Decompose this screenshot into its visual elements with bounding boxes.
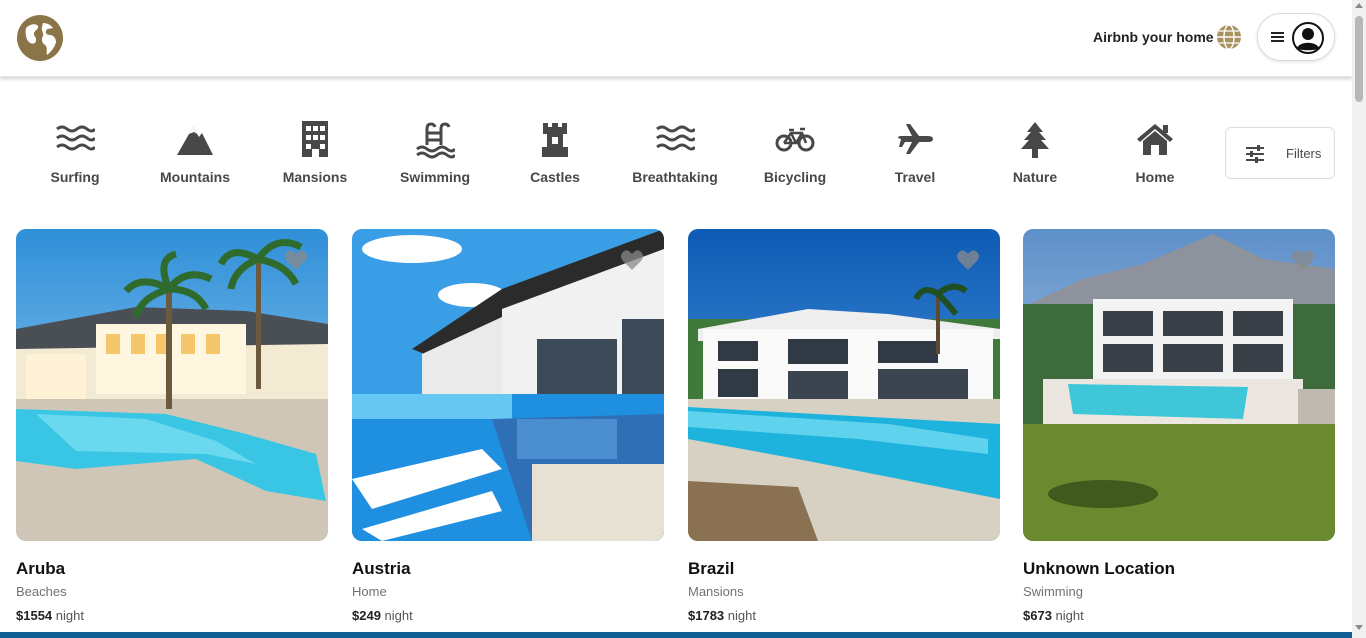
- category-mansions[interactable]: Mansions: [260, 117, 370, 187]
- heart-icon[interactable]: [620, 249, 644, 271]
- castle-icon: [542, 123, 568, 157]
- tree-icon: [1021, 122, 1049, 158]
- mountain-icon: [177, 127, 213, 155]
- heart-icon[interactable]: [1291, 249, 1315, 271]
- listing-price-unit: night: [1055, 608, 1084, 623]
- listing-title: Aruba: [16, 559, 66, 578]
- waves-icon: [656, 125, 695, 151]
- listing-category: Beaches: [16, 584, 67, 599]
- listing-category: Mansions: [688, 584, 744, 599]
- listing-category: Swimming: [1023, 584, 1083, 599]
- listing-price-line: $249 night: [352, 608, 413, 623]
- listing-price-unit: night: [384, 608, 413, 623]
- listing-card[interactable]: Austria Home $249 night: [352, 229, 664, 629]
- listing-title: Unknown Location: [1023, 559, 1176, 578]
- scroll-up-arrow-icon[interactable]: [1355, 3, 1363, 8]
- user-avatar-icon: [1292, 22, 1324, 54]
- heart-icon[interactable]: [284, 249, 308, 271]
- bicycle-icon: [775, 127, 815, 152]
- category-label: Surfing: [50, 169, 100, 185]
- listing-price-unit: night: [727, 608, 756, 623]
- category-castles[interactable]: Castles: [500, 117, 610, 187]
- category-swimming[interactable]: Swimming: [380, 117, 490, 187]
- filters-label: Filters: [1286, 146, 1322, 161]
- listing-card[interactable]: Brazil Mansions $1783 night: [688, 229, 1000, 629]
- category-travel[interactable]: Travel: [860, 117, 970, 187]
- pool-icon: [416, 122, 455, 159]
- category-label: Travel: [894, 169, 936, 185]
- listing-image: [352, 229, 664, 541]
- listing-image: [16, 229, 328, 541]
- user-menu-button[interactable]: [1257, 13, 1335, 61]
- category-label: Castles: [530, 169, 580, 185]
- scroll-down-arrow-icon[interactable]: [1355, 625, 1363, 630]
- listing-title: Brazil: [688, 559, 735, 578]
- globe-logo-icon[interactable]: [16, 14, 64, 62]
- top-navbar: Airbnb your home: [0, 0, 1352, 77]
- listing-price-line: $1554 night: [16, 608, 84, 623]
- category-bicycling[interactable]: Bicycling: [740, 117, 850, 187]
- listing-category: Home: [352, 584, 387, 599]
- category-label: Mansions: [282, 169, 348, 185]
- listing-photo[interactable]: [16, 229, 328, 541]
- category-home[interactable]: Home: [1100, 117, 1210, 187]
- listing-card[interactable]: Unknown Location Swimming $673 night: [1023, 229, 1335, 629]
- waves-icon: [56, 125, 95, 151]
- listing-price: $1783: [688, 608, 725, 623]
- house-icon: [1137, 124, 1173, 155]
- category-label: Bicycling: [763, 169, 827, 185]
- category-label: Nature: [1012, 169, 1058, 185]
- listing-price-unit: night: [55, 608, 84, 623]
- category-mountains[interactable]: Mountains: [140, 117, 250, 187]
- category-breathtaking[interactable]: Breathtaking: [620, 117, 730, 187]
- category-label: Swimming: [399, 169, 470, 185]
- listing-price: $249: [352, 608, 381, 623]
- listing-price: $673: [1023, 608, 1052, 623]
- listing-price: $1554: [16, 608, 53, 623]
- filters-button[interactable]: Filters: [1225, 127, 1335, 179]
- listing-photo[interactable]: [688, 229, 1000, 541]
- building-icon: [302, 121, 328, 157]
- heart-icon[interactable]: [956, 249, 980, 271]
- globe-icon[interactable]: [1216, 24, 1242, 50]
- airplane-icon: [898, 124, 933, 154]
- scrollbar-thumb[interactable]: [1355, 16, 1363, 102]
- listing-title: Austria: [352, 559, 411, 578]
- category-bar: Surfing Mountains Mansions Swimming Cast…: [0, 95, 1352, 205]
- hamburger-icon: [1271, 32, 1284, 42]
- category-nature[interactable]: Nature: [980, 117, 1090, 187]
- category-surfing[interactable]: Surfing: [20, 117, 130, 187]
- listing-card[interactable]: Aruba Beaches $1554 night: [16, 229, 328, 629]
- sliders-icon: [1246, 145, 1264, 163]
- bottom-strip: [0, 632, 1352, 638]
- listing-price-line: $673 night: [1023, 608, 1084, 623]
- category-label: Home: [1135, 169, 1175, 185]
- category-label: Mountains: [160, 169, 230, 185]
- vertical-scrollbar[interactable]: [1352, 0, 1366, 638]
- listing-image: [688, 229, 1000, 541]
- category-label: Breathtaking: [632, 169, 718, 185]
- listing-image: [1023, 229, 1335, 541]
- listing-price-line: $1783 night: [688, 608, 756, 623]
- host-your-home-link[interactable]: Airbnb your home: [1093, 29, 1214, 45]
- listing-photo[interactable]: [1023, 229, 1335, 541]
- listing-photo[interactable]: [352, 229, 664, 541]
